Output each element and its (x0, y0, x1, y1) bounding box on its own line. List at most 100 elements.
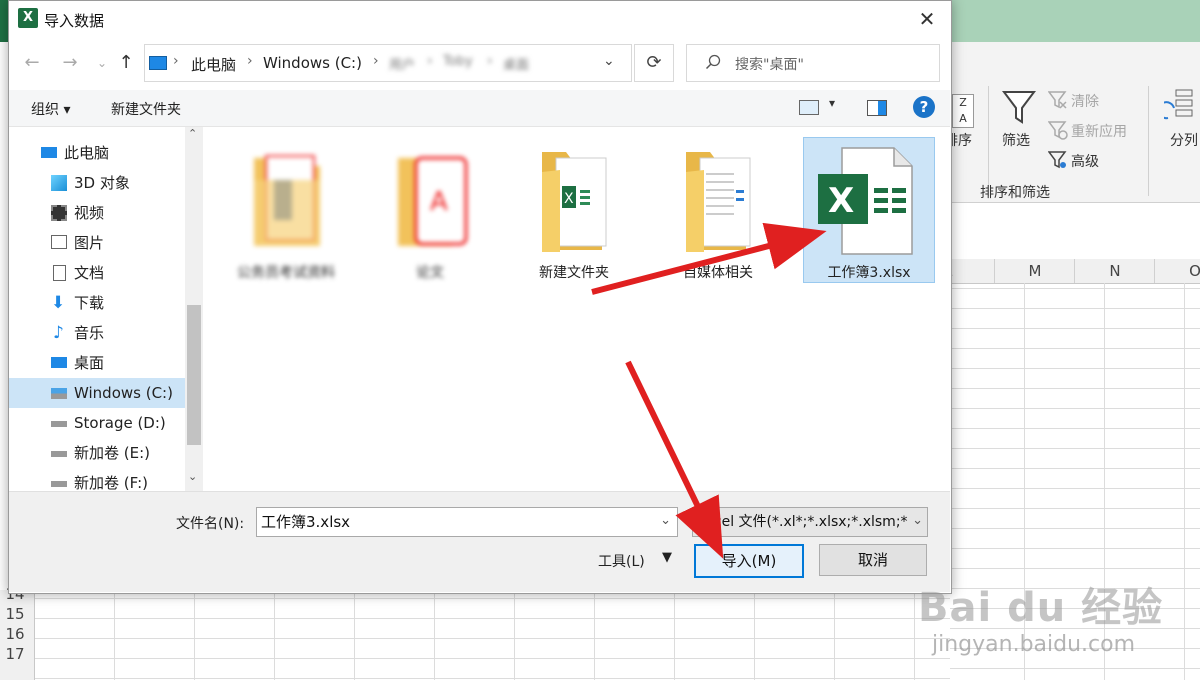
nav-item-3d-objects[interactable]: 3D 对象 (9, 168, 185, 198)
file-label: 工作簿3.xlsx (827, 265, 911, 281)
text-to-columns-icon[interactable] (1157, 88, 1198, 132)
breadcrumb-separator-icon[interactable]: › (173, 53, 179, 69)
file-type-value: Excel 文件(*.xl*;*.xlsx;*.xlsm;* (697, 514, 908, 530)
breadcrumb-windows-c[interactable]: Windows (C:) (263, 54, 362, 72)
breadcrumb-users[interactable]: 用户 (389, 54, 415, 73)
ribbon-divider (988, 86, 989, 196)
svg-text:X: X (564, 191, 574, 207)
scroll-down-icon[interactable]: ⌄ (188, 470, 197, 483)
cancel-button[interactable]: 取消 (819, 544, 927, 576)
column-header-row: L M N O (922, 259, 1200, 284)
breadcrumb-this-pc[interactable]: 此电脑 (191, 54, 236, 75)
nav-item-storage-d[interactable]: Storage (D:) (9, 408, 185, 438)
search-box[interactable]: 搜索"桌面" (686, 44, 940, 82)
breadcrumb-user[interactable]: Toby (443, 54, 473, 69)
forward-arrow-icon[interactable]: → (56, 50, 84, 76)
refresh-icon[interactable]: ⟳ (634, 44, 674, 82)
windows-drive-icon (51, 388, 67, 399)
baidu-jingyan-watermark-logo: Bai du 经验 (918, 585, 1164, 631)
breadcrumb-separator-icon[interactable]: › (487, 53, 493, 69)
navigation-pane: 此电脑 3D 对象 视频 图片 文档 ⬇ 下载 ♪ 音乐 桌面 Windows … (9, 127, 203, 491)
excel-app-icon: X (18, 8, 38, 28)
desktop-icon (51, 357, 67, 368)
breadcrumb-separator-icon[interactable]: › (427, 53, 433, 69)
filename-input[interactable]: 工作簿3.xlsx ⌄ (256, 507, 678, 537)
nav-item-volume-f[interactable]: 新加卷 (F:) (9, 468, 185, 491)
breadcrumb-separator-icon[interactable]: › (247, 53, 253, 69)
file-item-excel-selected[interactable]: X 工作簿3.xlsx (803, 137, 935, 283)
formula-bar (950, 203, 1200, 260)
sort-icon[interactable]: ZA (952, 94, 974, 128)
folder-excel-icon: X (540, 150, 610, 258)
ribbon-divider (1148, 86, 1149, 196)
documents-icon (53, 265, 66, 281)
nav-item-video[interactable]: 视频 (9, 198, 185, 228)
nav-item-downloads[interactable]: ⬇ 下载 (9, 288, 185, 318)
column-header[interactable]: O (1154, 259, 1200, 283)
file-label: 新建文件夹 (539, 265, 609, 281)
search-icon (705, 54, 721, 74)
row-header[interactable]: 17 (0, 644, 30, 664)
tools-dropdown-icon[interactable]: ▼ (662, 550, 672, 565)
file-label: 论文 (416, 265, 444, 281)
nav-item-volume-e[interactable]: 新加卷 (E:) (9, 438, 185, 468)
clear-label[interactable]: 清除 (1071, 91, 1099, 111)
row-header[interactable]: 16 (0, 624, 30, 644)
tools-menu[interactable]: 工具(L) (598, 551, 645, 571)
split-label[interactable]: 分列 (1170, 130, 1198, 150)
organize-button[interactable]: 组织 ▾ (31, 99, 70, 119)
clear-filter-icon (1047, 90, 1068, 114)
filename-dropdown-chevron-icon[interactable]: ⌄ (660, 508, 671, 535)
filename-label: 文件名(N): (176, 516, 245, 532)
column-header[interactable]: N (1074, 259, 1155, 283)
breadcrumb-separator-icon[interactable]: › (373, 53, 379, 69)
address-dropdown-chevron-icon[interactable]: ⌄ (603, 53, 615, 69)
file-type-chevron-icon[interactable]: ⌄ (909, 508, 923, 535)
filter-icon[interactable] (1002, 90, 1036, 130)
computer-icon (149, 56, 167, 70)
nav-item-music[interactable]: ♪ 音乐 (9, 318, 185, 348)
row-header[interactable]: 15 (0, 604, 30, 624)
file-type-select[interactable]: Excel 文件(*.xl*;*.xlsx;*.xlsm;* ⌄ (692, 507, 928, 537)
preview-pane-icon[interactable] (867, 100, 887, 116)
pictures-icon (51, 235, 67, 249)
view-dropdown-chevron-icon[interactable]: ▾ (829, 96, 835, 110)
filter-label[interactable]: 筛选 (1002, 130, 1030, 150)
reapply-label[interactable]: 重新应用 (1071, 121, 1127, 141)
scroll-up-icon[interactable]: ⌃ (188, 127, 197, 140)
reapply-icon (1047, 120, 1068, 144)
download-icon: ⬇ (51, 293, 66, 313)
sort-filter-group-label: 排序和筛选 (980, 185, 1050, 201)
file-item-folder[interactable]: A 论文 (366, 138, 494, 282)
nav-item-pictures[interactable]: 图片 (9, 228, 185, 258)
address-bar[interactable]: › 此电脑 › Windows (C:) › 用户 › Toby › 桌面 ⌄ (144, 44, 632, 82)
svg-text:A: A (430, 187, 448, 217)
file-item-folder[interactable]: 自媒体相关 (654, 138, 782, 282)
filename-value: 工作簿3.xlsx (261, 513, 351, 531)
command-bar: 组织 ▾ 新建文件夹 ▾ ? (9, 90, 950, 127)
close-icon[interactable]: ✕ (912, 6, 942, 32)
nav-scrollbar-thumb[interactable] (187, 305, 201, 445)
file-item-folder[interactable]: 公务员考试资料 (222, 138, 350, 282)
import-button[interactable]: 导入(M) (694, 544, 804, 578)
file-label: 自媒体相关 (683, 265, 753, 281)
row-header-column: 14 15 16 17 (0, 585, 35, 680)
drive-icon (51, 451, 67, 457)
music-icon: ♪ (53, 323, 64, 343)
nav-item-documents[interactable]: 文档 (9, 258, 185, 288)
advanced-filter-icon (1047, 150, 1068, 174)
help-icon[interactable]: ? (913, 96, 935, 118)
nav-item-desktop[interactable]: 桌面 (9, 348, 185, 378)
breadcrumb-desktop[interactable]: 桌面 (503, 54, 529, 73)
new-folder-button[interactable]: 新建文件夹 (111, 99, 181, 119)
advanced-label[interactable]: 高级 (1071, 151, 1099, 171)
nav-item-this-pc[interactable]: 此电脑 (9, 138, 185, 168)
column-header[interactable]: M (994, 259, 1075, 283)
up-arrow-icon[interactable]: ↑ (112, 50, 140, 76)
back-arrow-icon[interactable]: ← (18, 50, 46, 76)
file-item-folder[interactable]: X 新建文件夹 (510, 138, 638, 282)
nav-item-windows-c[interactable]: Windows (C:) (9, 378, 185, 408)
sheet-grid[interactable] (34, 592, 950, 680)
computer-icon (41, 147, 57, 158)
view-options-icon[interactable] (799, 100, 819, 115)
